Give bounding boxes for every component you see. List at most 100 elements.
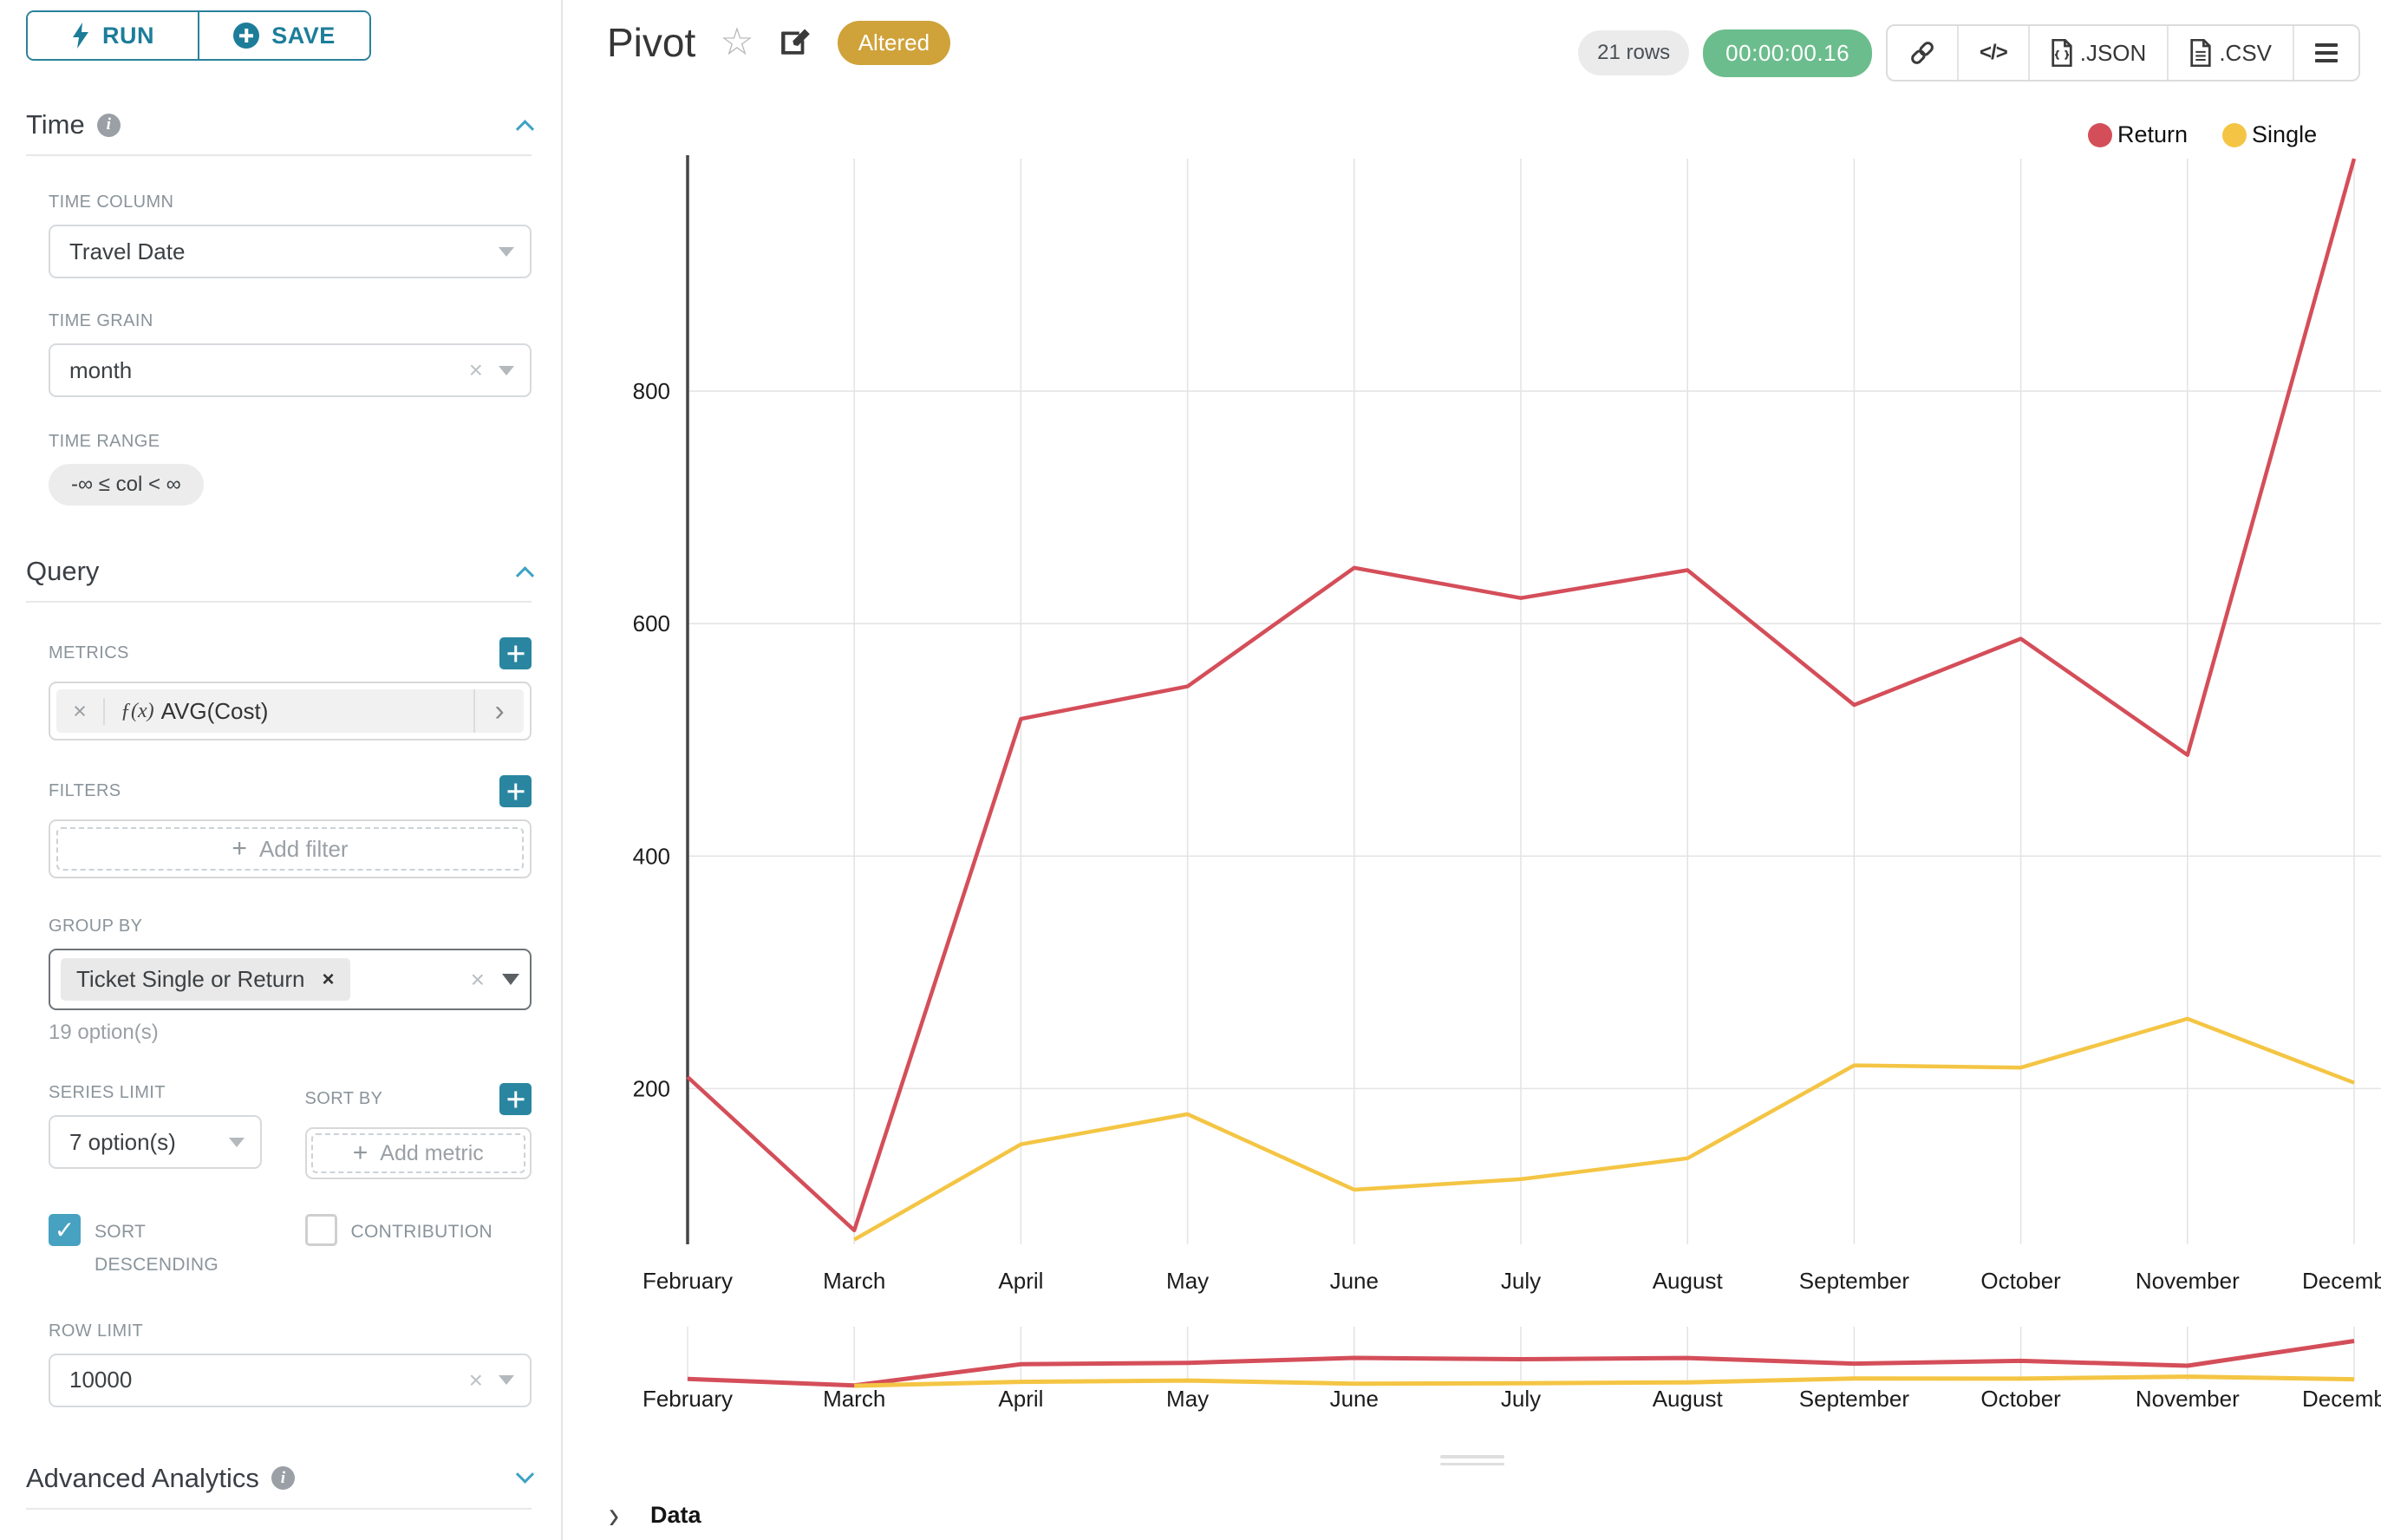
plus-icon: + <box>232 834 247 864</box>
chart-header: Pivot ☆ Altered <box>607 19 950 66</box>
run-button[interactable]: RUN <box>28 12 198 59</box>
chart-toolbar: 21 rows 00:00:00.16 </> <box>1578 24 2360 82</box>
time-range-pill[interactable]: -∞ ≤ col < ∞ <box>49 464 204 506</box>
add-metric-button[interactable] <box>499 637 532 669</box>
data-panel-toggle[interactable]: › Data <box>609 1497 701 1533</box>
time-range-label: TIME RANGE <box>49 432 532 452</box>
group-by-select[interactable]: Ticket Single or Return × × <box>49 949 532 1010</box>
time-grain-select[interactable]: month × <box>49 343 532 397</box>
group-by-tag-label: Ticket Single or Return <box>76 966 304 993</box>
svg-text:December: December <box>2302 1386 2381 1412</box>
svg-text:400: 400 <box>633 843 670 869</box>
plus-icon: + <box>353 1139 369 1168</box>
metric-name: AVG(Cost) <box>161 698 269 725</box>
run-save-button-group: RUN SAVE <box>26 10 371 61</box>
info-icon[interactable]: i <box>271 1466 295 1490</box>
remove-metric-icon[interactable]: × <box>56 698 105 725</box>
menu-icon <box>2315 43 2338 62</box>
sort-by-control: + Add metric <box>305 1127 532 1179</box>
svg-text:September: September <box>1799 1386 1910 1412</box>
svg-text:April: April <box>998 1268 1043 1294</box>
clear-icon[interactable]: × <box>469 356 483 384</box>
svg-text:November: November <box>2136 1386 2240 1412</box>
svg-text:200: 200 <box>633 1075 670 1101</box>
chevron-up-icon[interactable] <box>516 120 534 138</box>
query-section-header[interactable]: Query <box>26 556 532 587</box>
favorite-star-icon[interactable]: ☆ <box>720 23 753 62</box>
add-sort-metric-button[interactable] <box>499 1083 532 1115</box>
svg-text:July: July <box>1501 1386 1541 1412</box>
clear-icon[interactable]: × <box>469 1367 483 1394</box>
svg-text:March: March <box>823 1268 885 1294</box>
svg-text:October: October <box>1980 1386 2061 1412</box>
view-query-button[interactable]: </> <box>1957 26 2028 80</box>
svg-text:800: 800 <box>633 378 670 404</box>
add-filter-placeholder: Add filter <box>259 836 349 863</box>
save-button[interactable]: SAVE <box>198 12 369 59</box>
filters-label: FILTERS <box>49 775 532 807</box>
svg-text:August: August <box>1653 1386 1724 1412</box>
svg-text:December: December <box>2302 1268 2381 1294</box>
svg-text:February: February <box>643 1268 733 1294</box>
svg-text:November: November <box>2136 1268 2240 1294</box>
sort-descending-label: SORT DESCENDING <box>95 1216 242 1282</box>
share-link-button[interactable] <box>1888 26 1957 80</box>
add-filter-button[interactable] <box>499 775 532 807</box>
svg-text:September: September <box>1799 1268 1910 1294</box>
chevron-up-icon[interactable] <box>516 566 534 584</box>
add-filter-dropzone[interactable]: + Add filter <box>56 827 524 871</box>
row-count-badge: 21 rows <box>1578 30 1689 75</box>
row-limit-select[interactable]: 10000 × <box>49 1354 532 1407</box>
file-csv-icon <box>2189 39 2212 67</box>
query-section-title: Query <box>26 556 99 587</box>
add-sort-metric-dropzone[interactable]: + Add metric <box>311 1133 525 1173</box>
caret-down-icon <box>499 247 514 257</box>
chart-menu-button[interactable] <box>2293 26 2358 80</box>
info-icon[interactable]: i <box>97 114 121 137</box>
superset-explore-page: RUN SAVE Time i TIME COLUMN Travel Date … <box>0 0 2381 1540</box>
caret-down-icon <box>499 1375 514 1385</box>
svg-text:June: June <box>1330 1268 1379 1294</box>
svg-text:August: August <box>1653 1268 1724 1294</box>
export-json-button[interactable]: .JSON <box>2028 26 2168 80</box>
panel-divider <box>561 0 563 1540</box>
section-divider <box>26 1508 532 1510</box>
query-timer-badge: 00:00:00.16 <box>1703 29 1872 77</box>
svg-text:April: April <box>998 1386 1043 1412</box>
chevron-right-icon: › <box>609 1492 619 1538</box>
altered-badge[interactable]: Altered <box>838 21 950 65</box>
export-json-label: .JSON <box>2080 40 2147 67</box>
export-csv-button[interactable]: .CSV <box>2167 26 2293 80</box>
caret-down-icon <box>229 1138 245 1147</box>
remove-tag-icon[interactable]: × <box>322 968 334 992</box>
contribution-checkbox[interactable] <box>305 1214 337 1246</box>
time-grain-label: TIME GRAIN <box>49 311 532 331</box>
group-by-options-hint: 19 option(s) <box>49 1021 532 1045</box>
svg-text:June: June <box>1330 1386 1379 1412</box>
sort-descending-checkbox[interactable]: ✓ <box>49 1214 81 1246</box>
svg-text:July: July <box>1501 1268 1541 1294</box>
line-chart[interactable]: 200400600800FebruaryMarchAprilMayJuneJul… <box>590 113 2381 1309</box>
metric-pill[interactable]: × ƒ(x) AVG(Cost) <box>56 689 473 733</box>
lightning-bolt-icon <box>71 23 90 49</box>
time-section-header[interactable]: Time i <box>26 109 532 140</box>
clear-icon[interactable]: × <box>471 966 485 994</box>
resize-handle[interactable] <box>1440 1455 1504 1470</box>
contribution-label: CONTRIBUTION <box>351 1216 493 1249</box>
chevron-down-icon[interactable] <box>516 1465 534 1484</box>
group-by-tag: Ticket Single or Return × <box>61 958 350 1001</box>
function-icon: ƒ(x) <box>121 700 154 723</box>
caret-down-icon <box>499 366 514 375</box>
brush-preview-chart[interactable]: FebruaryMarchAprilMayJuneJulyAugustSepte… <box>590 1327 2381 1422</box>
advanced-analytics-header[interactable]: Advanced Analytics i <box>26 1463 532 1494</box>
svg-text:February: February <box>643 1386 733 1412</box>
export-button-group: </> .JSON .CSV <box>1886 24 2360 82</box>
time-column-select[interactable]: Travel Date <box>49 225 532 278</box>
group-by-label: GROUP BY <box>49 917 532 936</box>
expand-metric-icon[interactable]: › <box>473 689 524 733</box>
time-column-label: TIME COLUMN <box>49 192 532 212</box>
edit-icon[interactable] <box>779 25 813 60</box>
link-icon <box>1908 39 1936 67</box>
series-limit-select[interactable]: 7 option(s) <box>49 1115 262 1169</box>
advanced-analytics-title: Advanced Analytics <box>26 1463 259 1494</box>
